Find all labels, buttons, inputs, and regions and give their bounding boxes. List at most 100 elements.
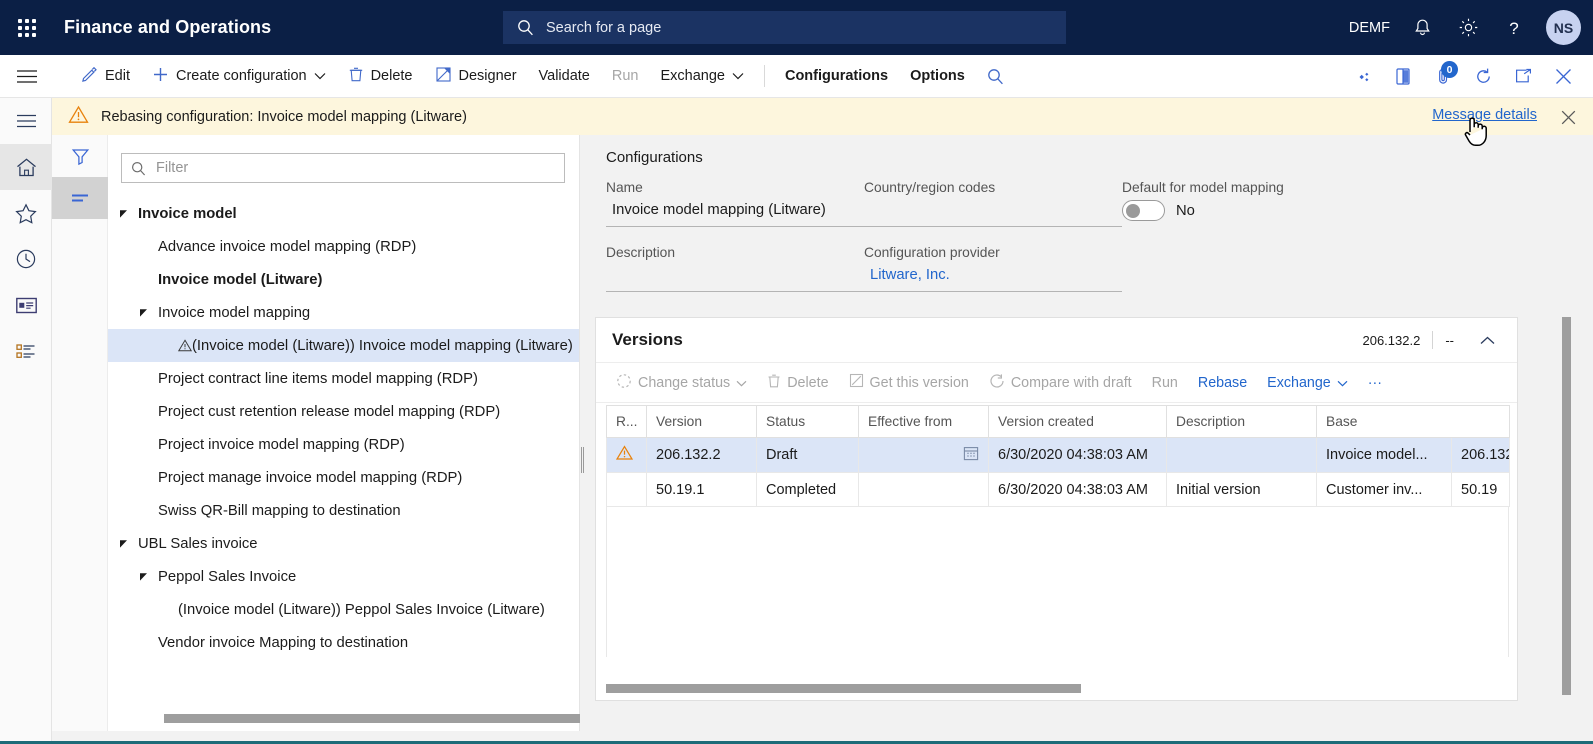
- bell-icon[interactable]: [1399, 0, 1445, 55]
- version-exchange-label: Exchange: [1267, 374, 1331, 391]
- tree-expander-icon[interactable]: [136, 572, 150, 582]
- refresh-icon[interactable]: [1463, 55, 1503, 98]
- action-bar-divider: [763, 65, 765, 87]
- sidebar-item-recent[interactable]: [0, 236, 52, 282]
- tree-node[interactable]: Invoice model mapping: [108, 296, 579, 329]
- rebase-button[interactable]: Rebase: [1188, 363, 1257, 403]
- cell-base-version[interactable]: 206.132: [1450, 437, 1511, 473]
- tree-node[interactable]: Project cust retention release model map…: [108, 395, 579, 428]
- overflow-label: ···: [1367, 374, 1383, 391]
- global-search[interactable]: [503, 11, 1066, 44]
- gear-icon[interactable]: [1445, 0, 1491, 55]
- sidebar-item-favorites[interactable]: [0, 190, 52, 236]
- tree-node[interactable]: Project contract line items model mappin…: [108, 362, 579, 395]
- tree-node[interactable]: Advance invoice model mapping (RDP): [108, 230, 579, 263]
- sidebar-item-menu[interactable]: [0, 98, 52, 144]
- hamburger-icon[interactable]: [0, 55, 54, 98]
- help-icon[interactable]: ?: [1491, 0, 1537, 55]
- create-configuration-button[interactable]: Create configuration: [141, 55, 337, 98]
- tree-node-label-wrapper: UBL Sales invoice: [138, 536, 258, 552]
- left-rail: [0, 98, 52, 744]
- calendar-icon[interactable]: [963, 445, 979, 465]
- open-in-office-icon[interactable]: [1383, 55, 1423, 98]
- filter-input-wrapper[interactable]: [121, 153, 565, 183]
- close-icon[interactable]: [1557, 106, 1579, 128]
- edit-button[interactable]: Edit: [70, 55, 141, 98]
- tree-expander-icon[interactable]: [116, 209, 130, 219]
- tree-node[interactable]: (Invoice model (Litware)) Invoice model …: [108, 329, 579, 362]
- attachments-icon[interactable]: 0: [1423, 55, 1463, 98]
- trash-icon: [348, 66, 364, 87]
- tree-node[interactable]: Vendor invoice Mapping to destination: [108, 626, 579, 659]
- tree-node-label: Swiss QR-Bill mapping to destination: [158, 502, 401, 519]
- share-icon[interactable]: [1343, 55, 1383, 98]
- version-delete-label: Delete: [787, 374, 829, 391]
- column-header-description[interactable]: Description: [1166, 405, 1317, 438]
- tree-horizontal-scrollbar[interactable]: [164, 714, 614, 723]
- sidebar-item-modules[interactable]: [0, 328, 52, 374]
- versions-overflow-button[interactable]: ···: [1358, 363, 1392, 403]
- tree-node[interactable]: Project manage invoice model mapping (RD…: [108, 461, 579, 494]
- funnel-icon[interactable]: [52, 135, 108, 177]
- versions-table: R... Version Status Effective from Versi…: [606, 405, 1511, 507]
- description-field[interactable]: [606, 265, 864, 292]
- tree-expander-icon[interactable]: [116, 539, 130, 549]
- column-header-status[interactable]: Status: [756, 405, 859, 438]
- column-header-effective-from[interactable]: Effective from: [858, 405, 989, 438]
- delete-button[interactable]: Delete: [337, 55, 424, 98]
- tree-expander-icon[interactable]: [136, 308, 150, 318]
- warning-triangle-icon: [68, 105, 89, 129]
- country-region-codes-field[interactable]: [864, 200, 1122, 227]
- tree-node[interactable]: UBL Sales invoice: [108, 527, 579, 560]
- message-details-link[interactable]: Message details: [1432, 107, 1537, 123]
- cell-effective-from[interactable]: [858, 472, 989, 507]
- popout-icon[interactable]: [1503, 55, 1543, 98]
- default-for-model-mapping-toggle[interactable]: [1122, 200, 1165, 221]
- waffle-icon[interactable]: [0, 0, 54, 55]
- tab-configurations[interactable]: Configurations: [774, 55, 899, 98]
- table-row[interactable]: 206.132.2 Draft 6/30/2020 04:38:03 AM In…: [606, 437, 1511, 473]
- tree-node[interactable]: Invoice model (Litware): [108, 263, 579, 296]
- column-header-base[interactable]: Base: [1315, 405, 1511, 438]
- column-header-version-created[interactable]: Version created: [988, 405, 1167, 438]
- chevron-up-icon[interactable]: [1466, 336, 1503, 345]
- svg-text:?: ?: [1509, 19, 1518, 38]
- app-title: Finance and Operations: [64, 17, 272, 37]
- table-row[interactable]: 50.19.1 Completed 6/30/2020 04:38:03 AM …: [606, 472, 1511, 507]
- change-status-button: Change status: [606, 363, 757, 403]
- validate-button[interactable]: Validate: [528, 55, 601, 98]
- avatar[interactable]: NS: [1546, 10, 1581, 45]
- close-icon[interactable]: [1543, 55, 1583, 98]
- grid-horizontal-scrollbar[interactable]: [606, 684, 1081, 693]
- tree-body: Invoice model Advance invoice model mappi…: [108, 135, 614, 731]
- company-selector[interactable]: DEMF: [1340, 0, 1399, 55]
- sidebar-item-home[interactable]: [0, 144, 52, 190]
- tree-node[interactable]: Peppol Sales Invoice: [108, 560, 579, 593]
- tree-node[interactable]: Project invoice model mapping (RDP): [108, 428, 579, 461]
- tree-node-label-wrapper: Project manage invoice model mapping (RD…: [158, 470, 462, 486]
- version-exchange-button[interactable]: Exchange: [1257, 363, 1358, 403]
- cell-effective-from[interactable]: [858, 437, 989, 473]
- lines-icon[interactable]: [52, 177, 108, 219]
- tree-node[interactable]: Invoice model: [108, 197, 579, 230]
- chevron-down-icon: [732, 68, 744, 84]
- tree-node[interactable]: (Invoice model (Litware)) Peppol Sales I…: [108, 593, 579, 626]
- tree-node[interactable]: Swiss QR-Bill mapping to destination: [108, 494, 579, 527]
- exchange-button[interactable]: Exchange: [649, 55, 755, 98]
- tab-options[interactable]: Options: [899, 55, 976, 98]
- search-icon[interactable]: [976, 55, 1016, 98]
- details-vertical-scrollbar[interactable]: [1562, 317, 1571, 695]
- search-input[interactable]: [544, 18, 1052, 37]
- designer-button[interactable]: Designer: [424, 55, 528, 98]
- filter-input[interactable]: [154, 159, 555, 177]
- sidebar-item-workspaces[interactable]: [0, 282, 52, 328]
- configuration-provider-field[interactable]: Litware, Inc.: [864, 265, 1122, 292]
- column-header-r[interactable]: R...: [606, 405, 647, 438]
- column-header-version[interactable]: Version: [646, 405, 757, 438]
- run-button: Run: [601, 55, 650, 98]
- cell-base-name[interactable]: Invoice model...: [1316, 437, 1452, 473]
- tree-node-label-wrapper: Advance invoice model mapping (RDP): [158, 239, 416, 255]
- versions-card: Versions 206.132.2 -- Change status Dele…: [595, 317, 1518, 701]
- name-field[interactable]: Invoice model mapping (Litware): [606, 200, 864, 227]
- get-this-version-button: Get this version: [839, 363, 979, 403]
